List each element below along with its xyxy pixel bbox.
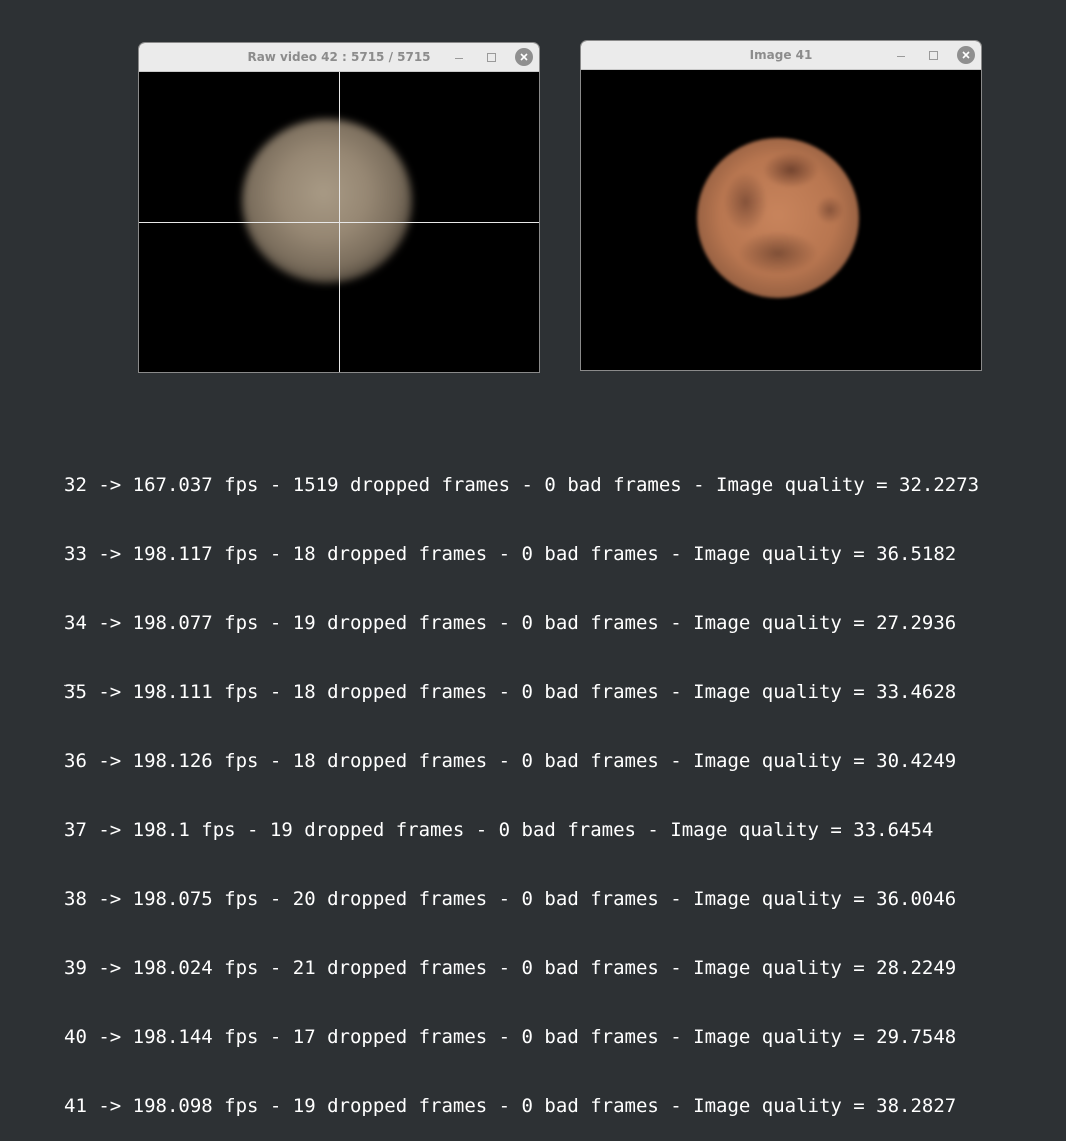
console-line: 39 -> 198.024 fps - 21 dropped frames - …: [64, 957, 957, 979]
minimize-icon: [455, 58, 463, 59]
close-icon: [962, 51, 970, 59]
console-line: 38 -> 198.075 fps - 20 dropped frames - …: [64, 888, 957, 910]
image-window[interactable]: Image 41: [580, 40, 982, 371]
image-titlebar[interactable]: Image 41: [581, 41, 981, 70]
console-line: 34 -> 198.077 fps - 19 dropped frames - …: [64, 612, 957, 634]
minimize-button[interactable]: [450, 48, 468, 66]
raw-video-titlebar[interactable]: Raw video 42 : 5715 / 5715: [139, 43, 539, 72]
console-line: 32 -> 167.037 fps - 1519 dropped frames …: [64, 474, 980, 496]
maximize-button[interactable]: [924, 46, 942, 64]
minimize-icon: [897, 56, 905, 57]
console-line: 35 -> 198.111 fps - 18 dropped frames - …: [64, 681, 957, 703]
console-output: 32 -> 167.037 fps - 1519 dropped frames …: [64, 428, 979, 1141]
image-title: Image 41: [749, 48, 813, 62]
close-button[interactable]: [515, 48, 533, 66]
image-frame: [581, 70, 981, 370]
close-button[interactable]: [957, 46, 975, 64]
crosshair-horizontal: [139, 222, 539, 223]
console-line: 33 -> 198.117 fps - 18 dropped frames - …: [64, 543, 957, 565]
console-line: 41 -> 198.098 fps - 19 dropped frames - …: [64, 1095, 957, 1117]
console-line: 37 -> 198.1 fps - 19 dropped frames - 0 …: [64, 819, 934, 841]
raw-video-title: Raw video 42 : 5715 / 5715: [247, 50, 431, 64]
maximize-button[interactable]: [482, 48, 500, 66]
close-icon: [520, 53, 528, 61]
console-cursor[interactable]: _: [64, 664, 75, 687]
minimize-button[interactable]: [892, 46, 910, 64]
raw-planet-image: [242, 119, 412, 283]
console-line: 36 -> 198.126 fps - 18 dropped frames - …: [64, 750, 957, 772]
console-line: 40 -> 198.144 fps - 17 dropped frames - …: [64, 1026, 957, 1048]
maximize-icon: [928, 51, 938, 60]
processed-planet-image: [697, 138, 859, 298]
raw-video-frame[interactable]: [139, 72, 539, 372]
raw-video-window[interactable]: Raw video 42 : 5715 / 5715: [138, 42, 540, 373]
maximize-icon: [486, 53, 496, 62]
